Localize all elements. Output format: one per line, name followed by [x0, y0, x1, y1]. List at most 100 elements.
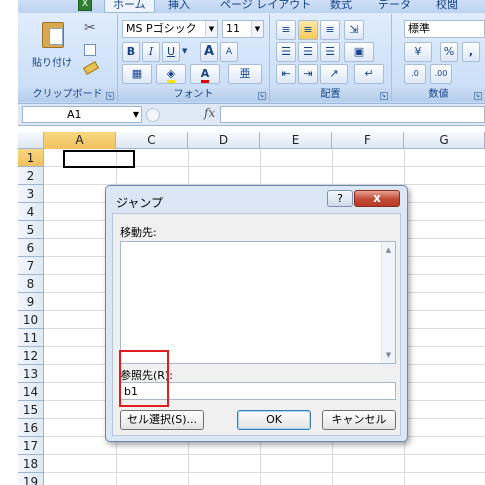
- increase-decimal-button[interactable]: .0: [404, 64, 426, 84]
- row-header[interactable]: 5: [18, 221, 44, 239]
- cut-icon[interactable]: ✂: [84, 20, 96, 36]
- rtl-button[interactable]: ↵: [354, 64, 384, 84]
- phonetic-icon: 亜: [239, 67, 251, 80]
- goto-list-scrollbar[interactable]: ▲ ▼: [381, 242, 395, 363]
- number-format-select[interactable]: 標準: [404, 20, 485, 38]
- name-box[interactable]: A1 ▼: [22, 106, 142, 123]
- increase-indent-button[interactable]: ⇥: [298, 64, 318, 84]
- align-bottom-button[interactable]: ≡: [320, 20, 340, 40]
- font-name-select[interactable]: MS Pゴシック ▼: [122, 20, 218, 38]
- align-left-button[interactable]: ☰: [276, 42, 296, 62]
- font-color-label: A: [200, 67, 210, 83]
- tab-formulas[interactable]: 数式: [330, 0, 352, 13]
- format-painter-icon[interactable]: [82, 61, 100, 75]
- borders-button[interactable]: ▦: [122, 64, 152, 84]
- help-button[interactable]: ?: [327, 190, 353, 207]
- tab-insert[interactable]: 挿入: [168, 0, 190, 13]
- goto-list[interactable]: ▲ ▼: [120, 241, 396, 364]
- row-header[interactable]: 19: [18, 473, 44, 485]
- copy-icon[interactable]: [84, 44, 96, 56]
- font-group: MS Pゴシック ▼ 11 ▼ B I U ▼ A A ▦ ◈ A 亜 フォント…: [118, 14, 270, 102]
- row-header[interactable]: 12: [18, 347, 44, 365]
- align-center-button[interactable]: ☰: [298, 42, 318, 62]
- merge-center-button[interactable]: ▣: [344, 42, 374, 62]
- paste-icon: [42, 22, 64, 48]
- excel-icon[interactable]: X: [78, 0, 92, 11]
- row-header[interactable]: 4: [18, 203, 44, 221]
- insert-function-icon[interactable]: fx: [204, 106, 215, 120]
- chevron-down-icon: ▼: [132, 110, 139, 119]
- formula-input[interactable]: [220, 106, 485, 123]
- special-button[interactable]: セル選択(S)...: [120, 410, 204, 430]
- column-header-a[interactable]: A: [44, 132, 116, 149]
- grow-font-button[interactable]: A: [200, 42, 218, 62]
- orientation-button[interactable]: ↗: [320, 64, 348, 84]
- row-header[interactable]: 10: [18, 311, 44, 329]
- tab-page-layout[interactable]: ページ レイアウト: [220, 0, 311, 13]
- scroll-down-icon[interactable]: ▼: [382, 349, 395, 361]
- row-header[interactable]: 15: [18, 401, 44, 419]
- font-launcher-icon[interactable]: ↘: [258, 92, 266, 100]
- row-header[interactable]: 8: [18, 275, 44, 293]
- row-header[interactable]: 9: [18, 293, 44, 311]
- chevron-down-icon: ▼: [205, 21, 217, 37]
- shrink-font-button[interactable]: A: [220, 42, 238, 62]
- comma-button[interactable]: ,: [462, 42, 480, 62]
- number-group: 標準 ¥ % , .0 .00 数値 ↘: [392, 14, 485, 102]
- italic-button[interactable]: I: [142, 42, 160, 62]
- row-header[interactable]: 6: [18, 239, 44, 257]
- cancel-button[interactable]: キャンセル: [322, 410, 396, 430]
- row-header[interactable]: 11: [18, 329, 44, 347]
- fill-color-button[interactable]: ◈: [156, 64, 186, 84]
- align-top-button[interactable]: ≡: [276, 20, 296, 40]
- row-header[interactable]: 1: [18, 149, 44, 167]
- font-color-button[interactable]: A: [190, 64, 220, 84]
- tab-home[interactable]: ホーム: [104, 0, 155, 13]
- decrease-indent-button[interactable]: ⇤: [276, 64, 296, 84]
- align-right-button[interactable]: ☰: [320, 42, 340, 62]
- row-header[interactable]: 17: [18, 437, 44, 455]
- row-header[interactable]: 13: [18, 365, 44, 383]
- percent-button[interactable]: %: [440, 42, 458, 62]
- alignment-group-label: 配置: [270, 88, 391, 102]
- tab-review[interactable]: 校閲: [436, 0, 458, 13]
- scroll-up-icon[interactable]: ▲: [382, 244, 395, 256]
- clipboard-group-label: クリップボード: [18, 88, 117, 102]
- fill-bucket-icon: ◈: [166, 67, 176, 83]
- wrap-text-button[interactable]: ⇲: [344, 20, 364, 40]
- row-header[interactable]: 7: [18, 257, 44, 275]
- select-all-corner[interactable]: [18, 132, 44, 149]
- close-button[interactable]: x: [354, 190, 400, 207]
- row-header[interactable]: 2: [18, 167, 44, 185]
- decrease-decimal-button[interactable]: .00: [430, 64, 452, 84]
- row-header[interactable]: 16: [18, 419, 44, 437]
- underline-dropdown-icon[interactable]: ▼: [182, 47, 187, 55]
- underline-button[interactable]: U: [162, 42, 180, 62]
- column-header-c[interactable]: C: [116, 132, 188, 149]
- merge-icon: ▣: [353, 45, 365, 58]
- currency-button[interactable]: ¥: [404, 42, 432, 62]
- column-header-f[interactable]: F: [332, 132, 404, 149]
- phonetic-button[interactable]: 亜: [228, 64, 262, 84]
- paste-button[interactable]: 貼り付け: [32, 20, 72, 76]
- ok-button[interactable]: OK: [237, 410, 311, 430]
- row-header[interactable]: 18: [18, 455, 44, 473]
- column-header-e[interactable]: E: [260, 132, 332, 149]
- column-header-d[interactable]: D: [188, 132, 260, 149]
- column-header-g[interactable]: G: [404, 132, 485, 149]
- number-launcher-icon[interactable]: ↘: [474, 92, 482, 100]
- alignment-group: ≡ ≡ ≡ ⇲ ☰ ☰ ☰ ▣ ⇤ ⇥ ↗ ↵ 配置 ↘: [270, 14, 392, 102]
- alignment-launcher-icon[interactable]: ↘: [380, 92, 388, 100]
- tab-data[interactable]: データ: [378, 0, 411, 13]
- row-header[interactable]: 3: [18, 185, 44, 203]
- row-header[interactable]: 14: [18, 383, 44, 401]
- bold-button[interactable]: B: [122, 42, 140, 62]
- font-size-select[interactable]: 11 ▼: [222, 20, 264, 38]
- align-middle-button[interactable]: ≡: [298, 20, 318, 40]
- clipboard-launcher-icon[interactable]: ↘: [106, 92, 114, 100]
- table-row: 19: [18, 473, 485, 485]
- number-group-label: 数値: [392, 88, 485, 102]
- active-cell-selection[interactable]: [63, 150, 135, 168]
- ribbon-tabs: X ホーム 挿入 ページ レイアウト 数式 データ 校閲: [18, 0, 485, 13]
- paragraph-direction-icon: ↵: [364, 67, 374, 80]
